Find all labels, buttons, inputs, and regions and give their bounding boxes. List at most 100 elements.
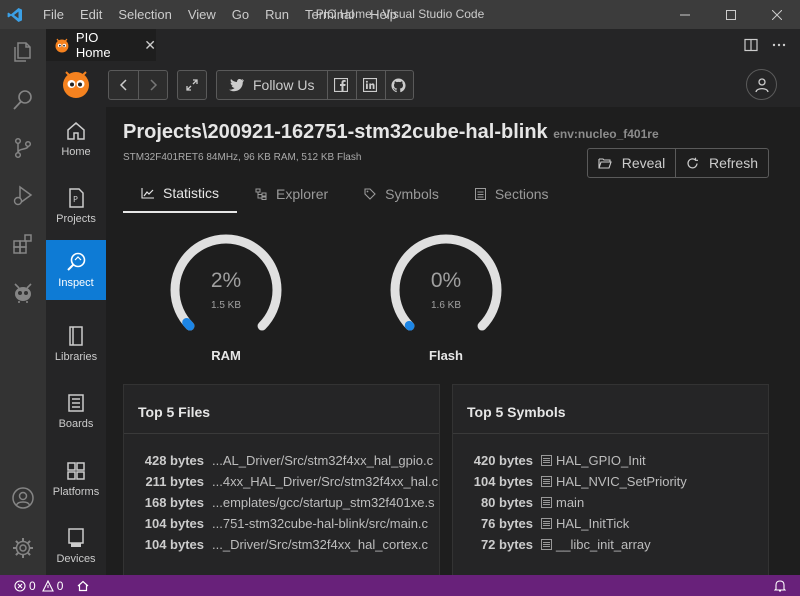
forward-button[interactable] — [138, 71, 167, 99]
menu-go[interactable]: Go — [224, 0, 257, 29]
list-item[interactable]: 76 bytes HAL_InitTick — [453, 513, 768, 534]
close-window-button[interactable] — [754, 0, 800, 29]
status-bar: 0 0 — [0, 575, 800, 596]
refresh-button[interactable]: Refresh — [676, 149, 768, 177]
symbol-size: 420 bytes — [473, 453, 533, 468]
list-item[interactable]: 168 bytes ...emplates/gcc/startup_stm32f4… — [124, 492, 439, 513]
tab-pio-home[interactable]: PIO Home ✕ — [46, 29, 156, 61]
flash-percent: 0% — [430, 269, 462, 292]
platformio-icon[interactable] — [0, 269, 46, 315]
notifications-button[interactable] — [774, 579, 786, 592]
run-debug-icon[interactable] — [0, 173, 46, 219]
reveal-button[interactable]: Reveal — [588, 149, 676, 177]
list-item[interactable]: 72 bytes __libc_init_array — [453, 534, 768, 555]
menu-file[interactable]: File — [35, 0, 72, 29]
tag-icon — [364, 188, 376, 200]
pio-nav-label: Inspect — [58, 277, 94, 289]
follow-us-label: Follow Us — [252, 77, 315, 93]
menu-terminal[interactable]: Terminal — [297, 0, 362, 29]
project-path: Projects\200921-162751-stm32cube-hal-bli… — [123, 121, 548, 143]
settings-gear-icon[interactable] — [0, 525, 46, 571]
explorer-icon[interactable] — [0, 29, 46, 75]
split-editor-icon[interactable] — [744, 38, 758, 52]
file-name: ...AL_Driver/Src/stm32f4xx_hal_gpio.c — [212, 453, 434, 468]
tab-close-icon[interactable]: ✕ — [144, 37, 156, 54]
source-control-icon[interactable] — [0, 125, 46, 171]
symbol-size: 104 bytes — [473, 474, 533, 489]
search-icon[interactable] — [0, 77, 46, 123]
user-account-button[interactable] — [746, 69, 777, 100]
vscode-logo-icon — [0, 0, 30, 29]
minimize-button[interactable] — [662, 0, 708, 29]
refresh-icon — [687, 157, 698, 168]
more-actions-icon[interactable] — [772, 38, 786, 52]
tab-sections[interactable]: Sections — [457, 175, 567, 213]
menu-edit[interactable]: Edit — [72, 0, 110, 29]
file-name: ...751-stm32cube-hal-blink/src/main.c — [212, 516, 429, 531]
file-size: 104 bytes — [144, 537, 204, 552]
chevron-left-icon — [119, 79, 127, 91]
problems-indicator[interactable]: 0 0 — [14, 579, 63, 593]
list-item[interactable]: 80 bytes main — [453, 492, 768, 513]
pio-nav-home[interactable]: Home — [46, 109, 106, 169]
menu-view[interactable]: View — [180, 0, 224, 29]
pio-nav-label: Projects — [56, 213, 96, 225]
list-item[interactable]: 428 bytes ...AL_Driver/Src/stm32f4xx_hal_… — [124, 450, 439, 471]
flash-gauge: 0% 1.6 KB — [386, 232, 506, 342]
list-item[interactable]: 420 bytes HAL_GPIO_Init — [453, 450, 768, 471]
top-symbols-list: 420 bytes HAL_GPIO_Init 104 bytes HAL_NVIC… — [453, 434, 768, 555]
pio-home-status-button[interactable] — [77, 580, 89, 592]
file-name: ...emplates/gcc/startup_stm32f401xe.s — [212, 495, 435, 510]
pio-nav-label: Boards — [58, 418, 94, 430]
list-item[interactable]: 104 bytes HAL_NVIC_SetPriority — [453, 471, 768, 492]
pio-nav-projects[interactable]: P Projects — [46, 176, 106, 236]
ram-label: RAM — [211, 348, 241, 363]
linkedin-button[interactable] — [355, 71, 384, 99]
reveal-label: Reveal — [621, 155, 666, 171]
extensions-icon[interactable] — [0, 221, 46, 267]
menu-help[interactable]: Help — [362, 0, 405, 29]
pio-nav-libraries[interactable]: Libraries — [46, 314, 106, 374]
flash-label: Flash — [429, 348, 463, 363]
menu-bar: File Edit Selection View Go Run Terminal… — [35, 0, 405, 29]
symbol-name: HAL_GPIO_Init — [556, 453, 646, 468]
back-button[interactable] — [109, 71, 138, 99]
pio-nav-boards[interactable]: Boards — [46, 381, 106, 441]
menu-selection[interactable]: Selection — [110, 0, 179, 29]
facebook-button[interactable] — [326, 71, 355, 99]
social-button-group: Follow Us — [216, 70, 414, 100]
menu-run[interactable]: Run — [257, 0, 297, 29]
devices-icon — [68, 528, 84, 547]
tab-symbols[interactable]: Symbols — [346, 175, 457, 213]
file-size: 168 bytes — [144, 495, 204, 510]
pio-nav-platforms[interactable]: Platforms — [46, 449, 106, 509]
title-bar: File Edit Selection View Go Run Terminal… — [0, 0, 800, 29]
platformio-tab-icon — [55, 38, 69, 53]
top-symbols-title: Top 5 Symbols — [453, 385, 768, 434]
ram-gauge: 2% 1.5 KB — [166, 232, 286, 342]
list-item[interactable]: 104 bytes ...751-stm32cube-hal-blink/src/… — [124, 513, 439, 534]
pio-nav-label: Home — [61, 146, 91, 158]
symbol-name: main — [556, 495, 585, 510]
maximize-button[interactable] — [708, 0, 754, 29]
function-icon — [541, 497, 552, 508]
inspect-tabs: Statistics Explorer Symbols Sections — [123, 175, 567, 215]
divider — [327, 71, 328, 99]
tab-label: Sections — [494, 186, 549, 202]
warning-icon — [41, 579, 54, 592]
home-icon — [77, 580, 89, 591]
tab-label: Explorer — [276, 186, 329, 202]
project-actions: Reveal Refresh — [587, 148, 769, 178]
pio-nav-inspect[interactable]: Inspect — [46, 240, 106, 300]
list-item[interactable]: 211 bytes ...4xx_HAL_Driver/Src/stm32f4xx… — [124, 471, 439, 492]
expand-button[interactable] — [177, 70, 207, 100]
tab-explorer[interactable]: Explorer — [237, 175, 346, 213]
list-item[interactable]: 104 bytes ..._Driver/Src/stm32f4xx_hal_co… — [124, 534, 439, 555]
pio-nav-devices[interactable]: Devices — [46, 516, 106, 576]
github-button[interactable] — [384, 71, 413, 99]
account-icon[interactable] — [0, 475, 46, 521]
follow-us-button[interactable]: Follow Us — [217, 71, 326, 99]
pio-sidebar: Home P Projects Inspect Libraries Boards… — [46, 61, 106, 575]
pio-toolbar: Follow Us — [106, 61, 800, 107]
tab-statistics[interactable]: Statistics — [123, 175, 238, 213]
